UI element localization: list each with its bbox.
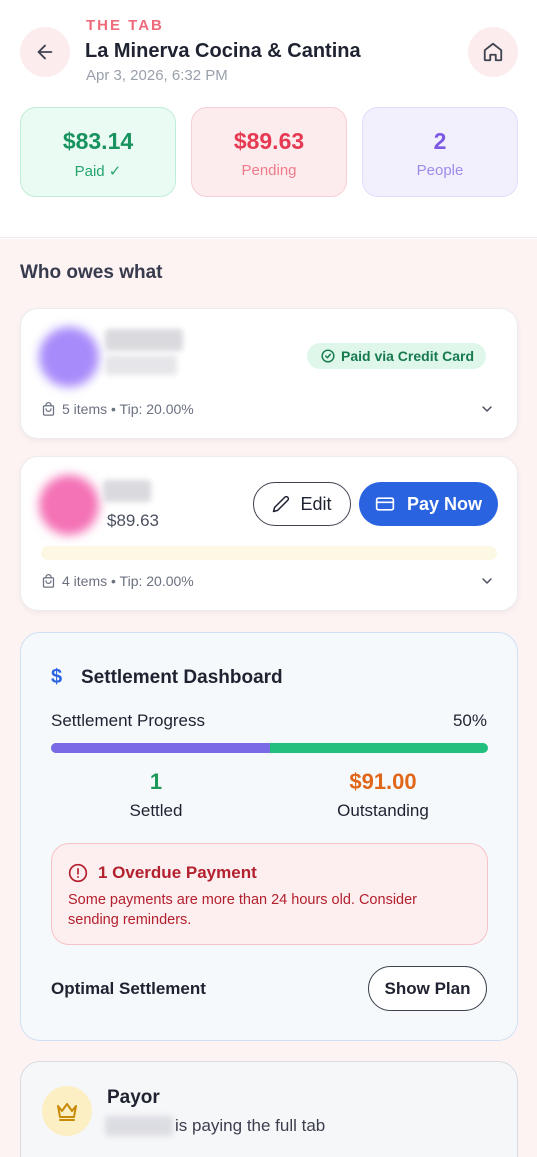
settlement-progress-fill bbox=[51, 743, 270, 753]
back-button[interactable] bbox=[20, 27, 70, 77]
settlement-dashboard: $ Settlement Dashboard Settlement Progre… bbox=[20, 632, 518, 1041]
settlement-progress-bar bbox=[51, 743, 488, 753]
pencil-icon bbox=[273, 495, 290, 513]
items-meta: 4 items • Tip: 20.00% bbox=[41, 573, 194, 589]
payor-title: Payor bbox=[107, 1087, 160, 1108]
status-badge-label: Paid via Credit Card bbox=[341, 348, 475, 364]
chevron-down-icon[interactable] bbox=[479, 401, 495, 417]
home-button[interactable] bbox=[468, 27, 518, 77]
section-title: Who owes what bbox=[20, 262, 163, 283]
arrow-left-icon bbox=[37, 44, 53, 60]
pending-stat-card: $89.63 Pending bbox=[191, 107, 347, 197]
header: THE TAB La Minerva Cocina & Cantina Apr … bbox=[0, 0, 537, 238]
avatar bbox=[39, 475, 99, 535]
page-title: La Minerva Cocina & Cantina bbox=[85, 40, 361, 62]
show-plan-button[interactable]: Show Plan bbox=[368, 966, 487, 1011]
items-meta-text: 4 items • Tip: 20.00% bbox=[62, 573, 194, 589]
check-circle-icon bbox=[321, 349, 335, 363]
dollar-icon: $ bbox=[51, 666, 63, 688]
avatar bbox=[39, 327, 99, 387]
shopping-bag-icon bbox=[42, 401, 55, 416]
crown-badge bbox=[42, 1086, 92, 1136]
optimal-settlement-label: Optimal Settlement bbox=[51, 979, 206, 998]
settlement-title: Settlement Dashboard bbox=[81, 667, 283, 688]
items-meta: 5 items • Tip: 20.00% bbox=[41, 401, 194, 417]
overdue-title: 1 Overdue Payment bbox=[98, 863, 257, 882]
outstanding-label: Outstanding bbox=[337, 801, 429, 820]
show-plan-label: Show Plan bbox=[384, 978, 471, 998]
people-count: 2 bbox=[433, 128, 447, 154]
tab-datetime: Apr 3, 2026, 6:32 PM bbox=[86, 67, 228, 84]
alert-circle-icon bbox=[68, 863, 88, 883]
pay-now-label: Pay Now bbox=[406, 493, 483, 514]
progress-label: Settlement Progress bbox=[51, 711, 206, 730]
paid-label: Paid ✓ bbox=[74, 163, 122, 180]
payor-description: is paying the full tab bbox=[175, 1116, 326, 1135]
paid-stat-card: $83.14 Paid ✓ bbox=[20, 107, 176, 197]
payor-card: Payor is paying the full tab bbox=[20, 1061, 518, 1157]
person-name bbox=[103, 480, 151, 502]
pending-amount: $89.63 bbox=[233, 128, 305, 154]
crown-icon bbox=[57, 1103, 77, 1121]
person-name bbox=[105, 329, 183, 351]
shopping-bag-icon bbox=[42, 573, 55, 588]
payment-progress-bar bbox=[41, 546, 497, 560]
credit-card-icon bbox=[375, 497, 395, 511]
edit-button[interactable]: Edit bbox=[253, 482, 351, 526]
settled-label: Settled bbox=[129, 801, 183, 820]
eyebrow-label: THE TAB bbox=[86, 17, 164, 34]
overdue-message: Some payments are more than 24 hours old… bbox=[68, 892, 417, 928]
pending-label: Pending bbox=[241, 162, 297, 179]
home-icon bbox=[483, 42, 503, 62]
status-badge: Paid via Credit Card bbox=[307, 343, 487, 369]
overdue-alert: 1 Overdue Payment Some payments are more… bbox=[51, 843, 488, 945]
settled-count: 1 bbox=[149, 769, 163, 794]
person-amount: $89.63 bbox=[107, 511, 159, 530]
pay-now-button[interactable]: Pay Now bbox=[359, 482, 498, 526]
person-card[interactable]: $89.63 Edit Pay Now 4 items • Tip: 20.00… bbox=[20, 456, 518, 611]
items-meta-text: 5 items • Tip: 20.00% bbox=[62, 401, 194, 417]
people-stat-card: 2 People bbox=[362, 107, 518, 197]
paid-amount: $83.14 bbox=[62, 128, 134, 154]
outstanding-amount: $91.00 bbox=[349, 769, 417, 794]
person-card[interactable]: Paid via Credit Card 5 items • Tip: 20.0… bbox=[20, 308, 518, 439]
chevron-down-icon[interactable] bbox=[479, 573, 495, 589]
progress-percent: 50% bbox=[452, 711, 487, 730]
people-label: People bbox=[416, 162, 464, 179]
payor-name bbox=[105, 1116, 173, 1136]
edit-button-label: Edit bbox=[300, 493, 332, 514]
person-amount bbox=[105, 355, 177, 375]
